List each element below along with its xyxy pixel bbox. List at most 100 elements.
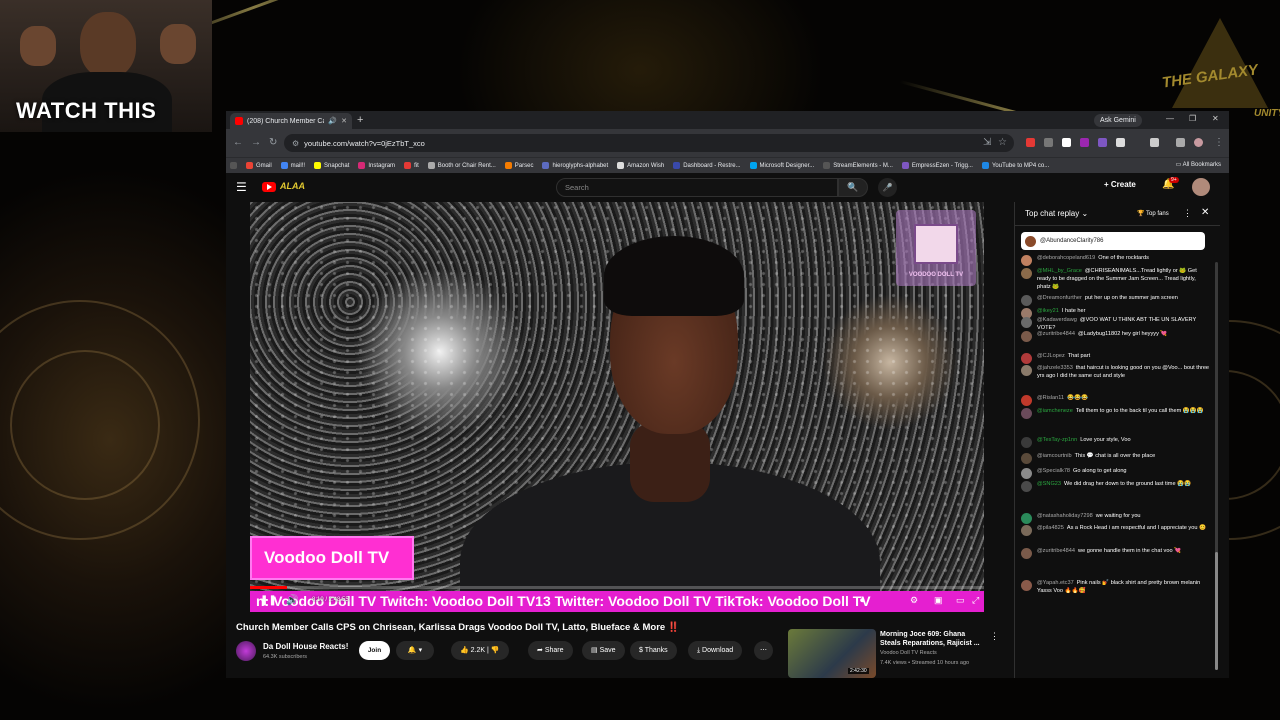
pinned-message[interactable]: @AbundanceClarity786 (1021, 232, 1205, 250)
chat-author[interactable]: @pila4825 (1037, 525, 1064, 531)
bookmark-item[interactable]: Amazon Wish (617, 162, 664, 169)
extension-icon[interactable] (1044, 138, 1053, 147)
close-icon[interactable]: ✕ (1201, 207, 1209, 218)
thumbs-down-icon[interactable]: | 👎 (485, 647, 500, 654)
restore-icon[interactable]: ❐ (1189, 114, 1196, 123)
chat-message[interactable]: @Specialk78 Go along to get along (1021, 467, 1211, 479)
chat-message[interactable]: @jahzele3353 that haircut is looking good… (1021, 364, 1211, 380)
account-avatar[interactable] (1192, 178, 1210, 196)
save-button[interactable]: ▤ Save (582, 641, 625, 660)
top-fans-button[interactable]: 🏆 Top fans (1137, 210, 1169, 217)
bookmark-item[interactable]: hieroglyphs-alphabet (542, 162, 608, 169)
chat-author[interactable]: @zuritribe4844 (1037, 331, 1075, 337)
bookmark-item[interactable]: fit (404, 162, 419, 169)
channel-avatar[interactable] (236, 641, 256, 661)
chat-message[interactable]: @Rislan11 😂😂😂 (1021, 394, 1211, 406)
chat-message[interactable]: @iamcourtnib This 💬 chat is all over the … (1021, 452, 1211, 464)
address-bar[interactable]: ⚙ youtube.com/watch?v=0jEzTbT_xco (284, 134, 1014, 152)
bookmark-item[interactable]: YouTube to MP4 co... (981, 162, 1049, 169)
speaker-icon[interactable]: 🔊 (328, 117, 337, 125)
bookmark-item[interactable]: StreamElements - M... (823, 162, 893, 169)
join-button[interactable]: Join (359, 641, 390, 660)
chat-author[interactable]: @TesTay-zp1nn (1037, 437, 1077, 443)
bookmark-item[interactable]: Microsoft Designer... (749, 162, 814, 169)
bookmark-item[interactable]: EmpressEzen - Trigg... (901, 162, 973, 169)
chat-author[interactable]: @CJLopez (1037, 353, 1065, 359)
avatar[interactable] (1021, 295, 1032, 306)
settings-icon[interactable]: ⚙ (910, 595, 918, 606)
chat-author[interactable]: @Rislan11 (1037, 395, 1064, 401)
bookmark-item[interactable]: Parsec (504, 162, 533, 169)
new-tab-icon[interactable]: + (357, 114, 363, 126)
chat-author[interactable]: @zuritribe4844 (1037, 548, 1075, 554)
related-video-title[interactable]: Morning Joce 609: Ghana Steals Reparatio… (880, 630, 980, 648)
chat-message[interactable]: @deborahcopeland619 One of the rocktards (1021, 254, 1211, 266)
avatar[interactable] (1021, 365, 1032, 376)
miniplayer-icon[interactable]: ▣ (934, 595, 943, 606)
apps-icon[interactable] (230, 162, 237, 169)
extension-icon[interactable] (1080, 138, 1089, 147)
search-input[interactable]: Search (556, 178, 838, 197)
share-button[interactable]: ➦ Share (528, 641, 573, 660)
back-icon[interactable]: ← (233, 137, 243, 148)
related-video-more-icon[interactable]: ⋮ (990, 631, 999, 642)
thanks-button[interactable]: $ Thanks (630, 641, 677, 660)
chat-message[interactable]: @zuritribe4844 @Ladybug11802 hey girl hey… (1021, 330, 1211, 342)
chat-message[interactable]: @pila4825 As a Rock Head i am respectful … (1021, 524, 1211, 536)
hamburger-menu-icon[interactable]: ☰ (236, 180, 247, 194)
avatar[interactable] (1021, 317, 1032, 328)
chat-author[interactable]: @Yapah.etc37 (1037, 580, 1074, 586)
bookmark-item[interactable]: Booth or Chair Rent... (427, 162, 496, 169)
chat-author[interactable]: @SNG23 (1037, 481, 1061, 487)
related-video-channel[interactable]: Voodoo Doll TV Reacts (880, 650, 937, 656)
avatar[interactable] (1021, 525, 1032, 536)
avatar[interactable] (1021, 437, 1032, 448)
ask-gemini-button[interactable]: Ask Gemini (1094, 114, 1142, 127)
chat-message[interactable]: @natashaholiday7298 we waiting for you (1021, 512, 1211, 524)
theater-mode-icon[interactable]: ▭ (956, 595, 965, 606)
search-button[interactable]: 🔍 (838, 178, 868, 197)
autoplay-toggle[interactable]: ⏺ (860, 595, 865, 606)
chat-author[interactable]: @Dreamonfurther (1037, 295, 1082, 301)
kebab-menu-icon[interactable]: ⋮ (1214, 137, 1224, 148)
extension-icon[interactable] (1098, 138, 1107, 147)
avatar[interactable] (1021, 548, 1032, 559)
bookmark-item[interactable]: mail!! (280, 162, 305, 169)
chat-author[interactable]: @Kadaverdawg (1037, 317, 1077, 323)
chat-message[interactable]: @iamcheneze Tell them to go to the back t… (1021, 407, 1211, 419)
extension-icon[interactable] (1116, 138, 1125, 147)
tab-youtube[interactable]: (208) Church Member Call 🔊 ✕ (230, 113, 352, 129)
chat-mode-dropdown[interactable]: Top chat replay ⌄ (1025, 209, 1088, 218)
close-window-icon[interactable]: ✕ (1212, 114, 1219, 123)
install-icon[interactable]: ⇲ (983, 137, 991, 148)
chat-message[interactable]: @TesTay-zp1nn Love your style, Voo (1021, 436, 1211, 448)
chat-author[interactable]: @iamcheneze (1037, 408, 1073, 414)
forward-icon[interactable]: → (251, 137, 261, 148)
chat-message[interactable]: @Yapah.etc37 Pink nails 💅 black shirt and… (1021, 579, 1211, 595)
chat-author[interactable]: @deborahcopeland619 (1037, 255, 1095, 261)
download-button[interactable]: ⤓ Download (688, 641, 743, 660)
avatar[interactable] (1021, 255, 1032, 266)
chat-message[interactable]: @Dreamonfurther put her up on the summer … (1021, 294, 1211, 306)
fullscreen-icon[interactable]: ⤢ (972, 595, 979, 606)
channel-name[interactable]: Da Doll House Reacts! (263, 642, 348, 651)
avatar[interactable] (1021, 513, 1032, 524)
extension-icon[interactable] (1176, 138, 1185, 147)
chat-more-icon[interactable]: ⋮ (1183, 208, 1192, 219)
chat-author[interactable]: @Specialk78 (1037, 468, 1070, 474)
site-info-icon[interactable]: ⚙ (292, 139, 299, 148)
pause-icon[interactable]: ❚❚ (260, 595, 277, 606)
youtube-logo-icon[interactable] (262, 182, 276, 192)
avatar[interactable] (1021, 395, 1032, 406)
avatar[interactable] (1021, 580, 1032, 591)
avatar[interactable] (1021, 468, 1032, 479)
profile-icon[interactable] (1194, 138, 1203, 147)
avatar[interactable] (1021, 331, 1032, 342)
all-bookmarks-button[interactable]: ▭ All Bookmarks (1176, 161, 1221, 168)
avatar[interactable] (1021, 268, 1032, 279)
subscription-bell-button[interactable]: 🔔 ▾ (396, 641, 434, 660)
progress-bar[interactable] (250, 586, 984, 589)
extension-icon[interactable] (1062, 138, 1071, 147)
video-player[interactable]: VOODOO DOLL TV Voodoo Doll TV n: Voodoo … (250, 202, 984, 612)
scrollbar-thumb[interactable] (1215, 552, 1218, 670)
